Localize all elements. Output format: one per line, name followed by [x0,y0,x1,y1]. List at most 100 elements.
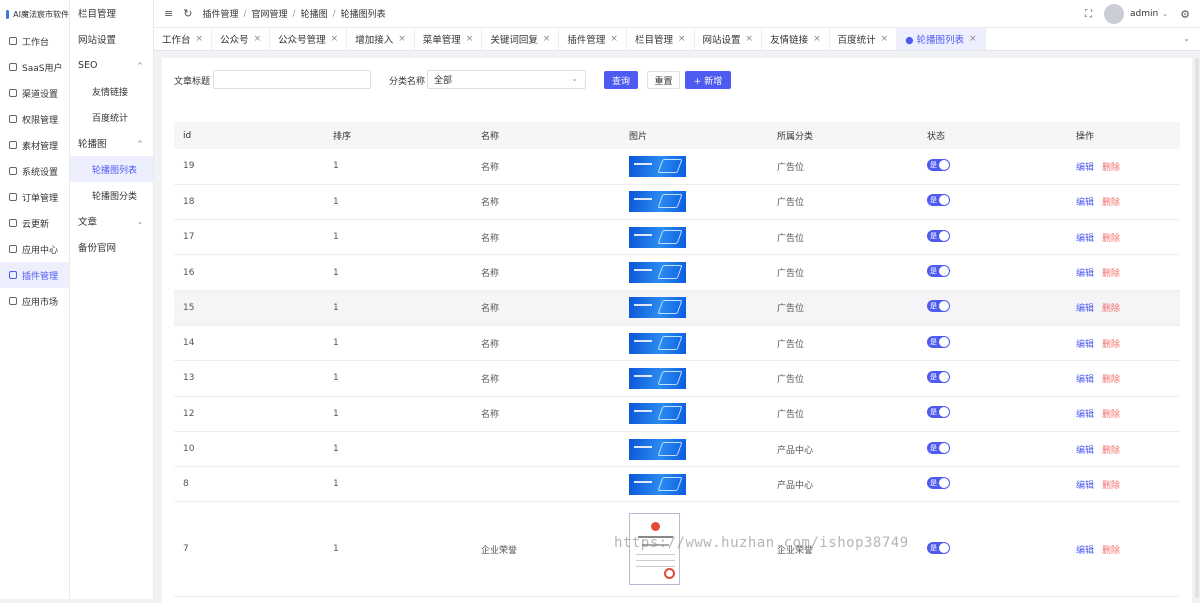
tab[interactable]: ● 轮播图列表 × [897,28,986,50]
fullscreen-icon[interactable]: ⛶ [1085,9,1092,20]
rail-item[interactable]: 应用市场 [0,288,69,314]
status-toggle[interactable]: 是 [927,406,950,419]
delete-link[interactable]: 删除 [1102,304,1120,314]
rail-item[interactable]: 应用中心 [0,236,69,262]
status-toggle[interactable]: 是 [927,335,950,348]
banner-thumbnail[interactable] [629,473,686,495]
submenu-item[interactable]: 网站设置 [70,26,153,52]
submenu-item[interactable]: 备份官网 [70,234,153,260]
submenu-item[interactable]: SEO ^ [70,52,153,78]
tab[interactable]: 工作台 × [154,28,213,50]
brand[interactable]: AI魔法宸市软件 [0,0,69,28]
tab[interactable]: 网站设置 × [695,28,763,50]
submenu-item[interactable]: 轮播图 ^ [70,130,153,156]
add-button[interactable]: + 新增 [685,71,731,89]
category-select[interactable]: 全部 ⌄ [427,70,586,89]
submenu-item[interactable]: 文章 ⌄ [70,208,153,234]
edit-link[interactable]: 编辑 [1076,198,1094,208]
delete-link[interactable]: 删除 [1102,234,1120,244]
query-button[interactable]: 查询 [604,71,638,89]
chevron-down-icon[interactable]: ⌄ [1162,10,1168,18]
menu-fold-icon[interactable]: ≡ [164,7,173,20]
banner-thumbnail[interactable] [629,367,686,389]
chevron-down-icon[interactable]: ⌄ [1183,34,1190,43]
rail-item[interactable]: 权限管理 [0,106,69,132]
close-icon[interactable]: × [746,34,754,44]
close-icon[interactable]: × [610,34,618,44]
banner-thumbnail[interactable] [629,226,686,248]
delete-link[interactable]: 删除 [1102,198,1120,208]
close-icon[interactable]: × [196,34,204,44]
status-toggle[interactable]: 是 [927,265,950,278]
rail-item[interactable]: 插件管理 [0,262,69,288]
submenu-item[interactable]: 百度统计 [70,104,153,130]
tab[interactable]: 友情链接 × [762,28,830,50]
gear-icon[interactable]: ⚙ [1180,8,1190,21]
tab[interactable]: 插件管理 × [559,28,627,50]
delete-link[interactable]: 删除 [1102,410,1120,420]
edit-link[interactable]: 编辑 [1076,304,1094,314]
tab[interactable]: 菜单管理 × [415,28,483,50]
banner-thumbnail[interactable] [629,262,686,284]
rail-item[interactable]: 云更新 [0,210,69,236]
delete-link[interactable]: 删除 [1102,446,1120,456]
delete-link[interactable]: 删除 [1102,546,1120,556]
avatar[interactable] [1104,4,1125,24]
status-toggle[interactable]: 是 [927,441,950,454]
refresh-icon[interactable]: ↻ [183,7,192,20]
submenu-item[interactable]: 栏目管理 [70,0,153,26]
edit-link[interactable]: 编辑 [1076,340,1094,350]
banner-thumbnail[interactable] [629,438,686,460]
tab[interactable]: 增加接入 × [347,28,415,50]
close-icon[interactable]: × [543,34,551,44]
rail-item[interactable]: 系统设置 [0,158,69,184]
tab[interactable]: 公众号 × [212,28,271,50]
status-toggle[interactable]: 是 [927,476,950,489]
banner-thumbnail[interactable] [629,332,686,354]
close-icon[interactable]: × [678,34,686,44]
delete-link[interactable]: 删除 [1102,269,1120,279]
edit-link[interactable]: 编辑 [1076,481,1094,491]
edit-link[interactable]: 编辑 [1076,375,1094,385]
status-toggle[interactable]: 是 [927,158,950,171]
breadcrumb-item[interactable]: 轮播图 [301,7,328,20]
close-icon[interactable]: × [331,34,339,44]
edit-link[interactable]: 编辑 [1076,269,1094,279]
status-toggle[interactable]: 是 [927,370,950,383]
close-icon[interactable]: × [254,34,262,44]
scrollbar[interactable] [1195,58,1199,598]
banner-thumbnail[interactable] [629,191,686,213]
breadcrumb-item[interactable]: 插件管理 [202,7,238,20]
close-icon[interactable]: × [813,34,821,44]
tab[interactable]: 栏目管理 × [627,28,695,50]
title-filter-input[interactable] [213,70,371,89]
delete-link[interactable]: 删除 [1102,481,1120,491]
edit-link[interactable]: 编辑 [1076,546,1094,556]
banner-thumbnail[interactable] [629,155,686,177]
delete-link[interactable]: 删除 [1102,340,1120,350]
tab[interactable]: 关键词回复 × [482,28,560,50]
rail-item[interactable]: 素材管理 [0,132,69,158]
reset-button[interactable]: 重置 [647,71,680,89]
edit-link[interactable]: 编辑 [1076,163,1094,173]
submenu-item[interactable]: 友情链接 [70,78,153,104]
banner-thumbnail[interactable] [629,297,686,319]
breadcrumb-item[interactable]: 官网管理 [252,7,288,20]
close-icon[interactable]: × [398,34,406,44]
edit-link[interactable]: 编辑 [1076,410,1094,420]
rail-item[interactable]: 工作台 [0,28,69,54]
tab[interactable]: 百度统计 × [830,28,898,50]
edit-link[interactable]: 编辑 [1076,446,1094,456]
close-icon[interactable]: × [881,34,889,44]
status-toggle[interactable]: 是 [927,229,950,242]
status-toggle[interactable]: 是 [927,194,950,207]
banner-thumbnail[interactable] [629,403,686,425]
status-toggle[interactable]: 是 [927,300,950,313]
rail-item[interactable]: 渠道设置 [0,80,69,106]
username[interactable]: admin [1130,9,1158,19]
delete-link[interactable]: 删除 [1102,163,1120,173]
tab[interactable]: 公众号管理 × [270,28,348,50]
submenu-item[interactable]: 轮播图列表 [70,156,153,182]
edit-link[interactable]: 编辑 [1076,234,1094,244]
status-toggle[interactable]: 是 [927,541,950,554]
